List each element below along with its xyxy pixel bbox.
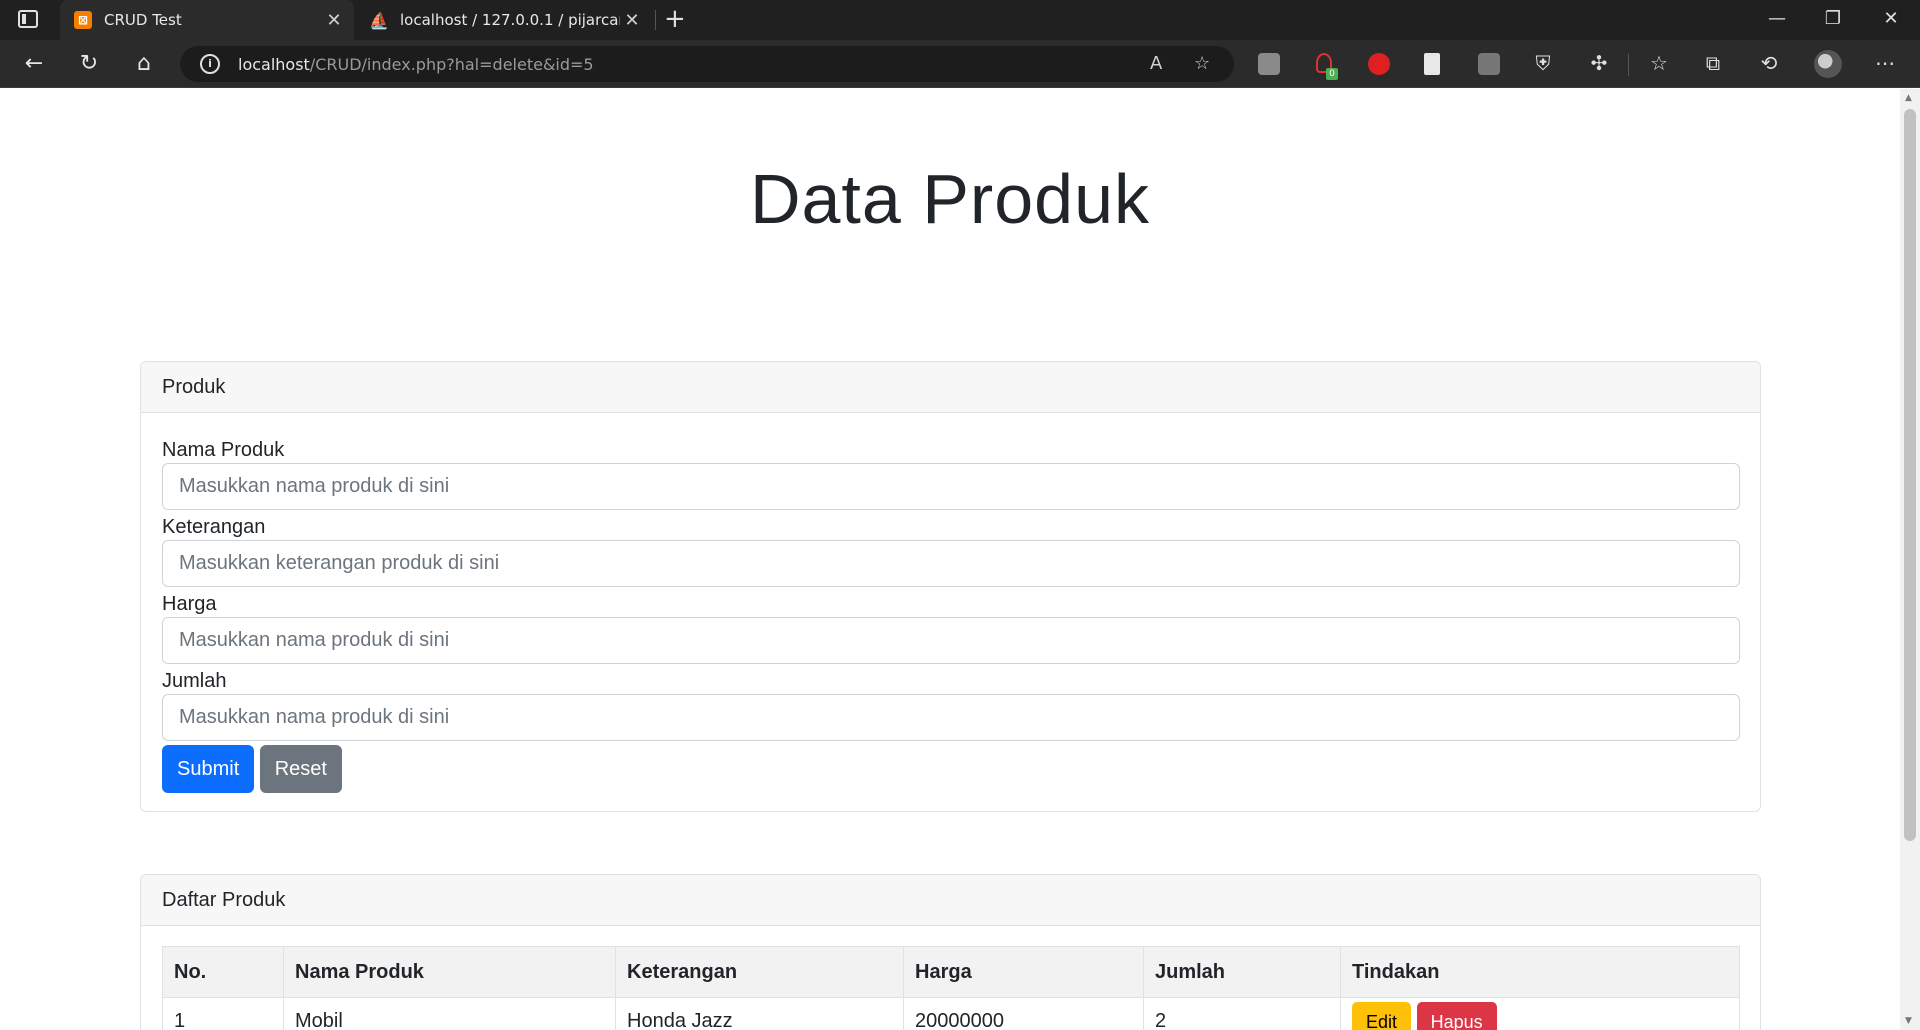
tab-phpmyadmin[interactable]: ⛵ localhost / 127.0.0.1 / pijarcamp ✕ <box>356 0 652 40</box>
nama-produk-input[interactable] <box>162 463 1740 510</box>
cell-no: 1 <box>162 997 284 1030</box>
column-header-no: No. <box>162 946 284 998</box>
shield-icon[interactable]: ⛨ <box>1530 51 1556 75</box>
close-tab-icon[interactable]: ✕ <box>322 10 346 31</box>
form-actions: Submit Reset <box>162 745 1739 793</box>
cell-jumlah: 2 <box>1143 997 1341 1030</box>
column-header-nama-produk: Nama Produk <box>283 946 616 998</box>
page-scrollbar[interactable]: ▲ ▼ <box>1900 89 1920 1030</box>
nama-produk-label: Nama Produk <box>162 439 285 461</box>
scrollbar-thumb[interactable] <box>1904 109 1916 841</box>
produk-table: No. Nama Produk Keterangan Harga Jumlah … <box>162 946 1740 1030</box>
close-tab-icon[interactable]: ✕ <box>620 10 644 31</box>
table-header-row: No. Nama Produk Keterangan Harga Jumlah … <box>162 946 1740 998</box>
tab-title: CRUD Test <box>104 11 182 29</box>
column-header-harga: Harga <box>903 946 1144 998</box>
tab-divider <box>655 10 656 30</box>
produk-form-card: Produk Nama Produk Keterangan Harga Juml… <box>140 361 1761 812</box>
home-icon[interactable]: ⌂ <box>130 50 158 78</box>
extension-badge: 0 <box>1326 68 1338 80</box>
tab-actions-icon[interactable] <box>18 10 38 28</box>
window-close-icon[interactable]: ✕ <box>1876 8 1906 29</box>
edit-button[interactable]: Edit <box>1352 1001 1412 1030</box>
submit-button[interactable]: Submit <box>162 745 255 793</box>
refresh-icon[interactable]: ↻ <box>75 50 103 78</box>
phpmyadmin-icon: ⛵ <box>369 10 389 30</box>
restore-icon[interactable]: ❐ <box>1818 8 1848 29</box>
document-extension-icon[interactable] <box>1424 53 1440 75</box>
cell-harga: 20000000 <box>903 997 1144 1030</box>
table-row: 1 Mobil Honda Jazz 20000000 2 Edit Hapus <box>162 997 1740 1030</box>
collections-extension-icon[interactable] <box>1258 53 1280 75</box>
url-path: /CRUD/index.php?hal=delete&id=5 <box>309 54 594 74</box>
hapus-button[interactable]: Hapus <box>1416 1001 1497 1030</box>
scroll-up-icon[interactable]: ▲ <box>1905 93 1912 103</box>
page-viewport: Data Produk Produk Nama Produk Keteranga… <box>0 89 1900 1030</box>
xampp-icon: ⊠ <box>74 11 92 29</box>
card-body: Nama Produk Keterangan Harga Jumlah Subm… <box>141 413 1760 811</box>
cell-tindakan: Edit Hapus <box>1340 997 1740 1030</box>
address-url[interactable]: localhost/CRUD/index.php?hal=delete&id=5 <box>238 55 594 74</box>
harga-label: Harga <box>162 593 217 615</box>
jumlah-input[interactable] <box>162 694 1740 741</box>
keterangan-label: Keterangan <box>162 516 266 538</box>
card-header: Daftar Produk <box>141 875 1760 926</box>
column-header-jumlah: Jumlah <box>1143 946 1341 998</box>
page-title: Data Produk <box>749 160 1151 238</box>
minimize-icon[interactable]: — <box>1762 8 1792 29</box>
info-icon[interactable]: i <box>200 54 220 74</box>
cell-nama-produk: Mobil <box>283 997 616 1030</box>
tab-crud-test[interactable]: ⊠ CRUD Test ✕ <box>60 0 354 40</box>
profile-avatar[interactable] <box>1814 50 1842 78</box>
scroll-down-icon[interactable]: ▼ <box>1905 1016 1912 1026</box>
extensions-puzzle-icon[interactable]: ✣ <box>1586 51 1612 75</box>
cell-keterangan: Honda Jazz <box>615 997 904 1030</box>
daftar-produk-card: Daftar Produk No. Nama Produk Keterangan… <box>140 874 1761 1030</box>
browser-tab-bar: ⊠ CRUD Test ✕ ⛵ localhost / 127.0.0.1 / … <box>0 0 1920 40</box>
card-body: No. Nama Produk Keterangan Harga Jumlah … <box>141 926 1760 1030</box>
read-aloud-icon[interactable]: A <box>1150 53 1162 74</box>
tab-title: localhost / 127.0.0.1 / pijarcamp <box>400 11 620 29</box>
adblock-icon[interactable] <box>1368 53 1390 75</box>
column-header-keterangan: Keterangan <box>615 946 904 998</box>
address-bar[interactable]: i localhost/CRUD/index.php?hal=delete&id… <box>180 46 1234 82</box>
history-icon[interactable]: ⟲ <box>1756 51 1782 75</box>
column-header-tindakan: Tindakan <box>1340 946 1740 998</box>
harga-input[interactable] <box>162 617 1740 664</box>
card-header: Produk <box>141 362 1760 413</box>
toolbar-divider <box>1628 54 1629 76</box>
url-host: localhost <box>238 54 310 74</box>
add-favorite-icon[interactable]: ☆ <box>1194 53 1210 74</box>
more-icon[interactable]: ⋯ <box>1872 51 1898 75</box>
reset-button[interactable]: Reset <box>259 745 342 793</box>
keterangan-input[interactable] <box>162 540 1740 587</box>
jumlah-label: Jumlah <box>162 670 227 692</box>
back-icon[interactable]: ← <box>20 50 48 78</box>
favorites-icon[interactable]: ☆ <box>1646 51 1672 75</box>
collections-icon[interactable]: ⧉ <box>1700 51 1726 75</box>
square-extension-icon[interactable] <box>1478 53 1500 75</box>
browser-toolbar: ← ↻ ⌂ i localhost/CRUD/index.php?hal=del… <box>0 40 1920 88</box>
new-tab-icon[interactable]: + <box>664 4 686 34</box>
